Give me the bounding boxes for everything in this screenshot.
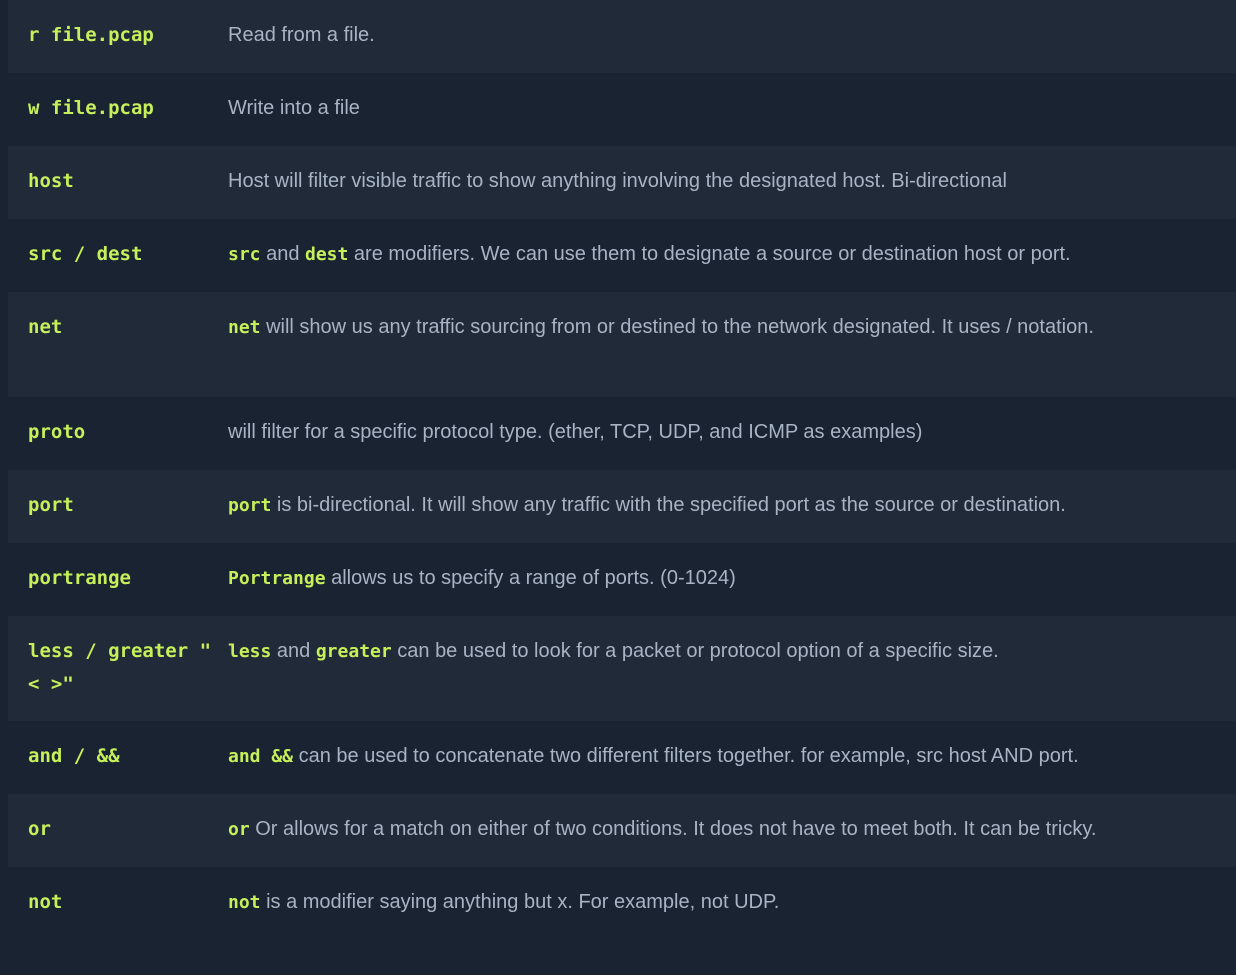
filter-description: and && can be used to concatenate two di… (228, 740, 1236, 773)
description-text: will filter for a specific protocol type… (228, 421, 923, 443)
description-text: Read from a file. (228, 24, 375, 46)
filter-table: r file.pcap Read from a file. w file.pca… (8, 0, 1236, 940)
inline-code: dest (305, 244, 349, 265)
filter-description: Read from a file. (228, 19, 1236, 52)
filter-description: port is bi-directional. It will show any… (228, 489, 1236, 522)
table-row: less / greater " < >" less and greater c… (8, 616, 1236, 721)
filter-description: not is a modifier saying anything but x.… (228, 886, 1236, 919)
table-row: port port is bi-directional. It will sho… (8, 470, 1236, 543)
description-text: will show us any traffic sourcing from o… (260, 316, 1094, 338)
filter-description: or Or allows for a match on either of tw… (228, 813, 1236, 846)
filter-command: not (28, 891, 63, 913)
inline-code: or (228, 819, 250, 840)
description-text: allows us to specify a range of ports. (… (325, 567, 736, 589)
table-row: host Host will filter visible traffic to… (8, 146, 1236, 219)
table-row: not not is a modifier saying anything bu… (8, 867, 1236, 940)
description-text: are modifiers. We can use them to design… (348, 243, 1071, 265)
filter-description: net will show us any traffic sourcing fr… (228, 311, 1236, 344)
inline-code: Portrange (228, 568, 326, 589)
table-row: net net will show us any traffic sourcin… (8, 292, 1236, 397)
description-text: is bi-directional. It will show any traf… (271, 494, 1066, 516)
table-row: r file.pcap Read from a file. (8, 0, 1236, 73)
filter-description: less and greater can be used to look for… (228, 635, 1236, 668)
filter-command: or (28, 818, 51, 840)
filter-command: and / && (28, 745, 120, 767)
filter-description: will filter for a specific protocol type… (228, 416, 1236, 449)
description-text: can be used to concatenate two different… (293, 745, 1079, 767)
description-text: and (271, 640, 316, 662)
description-text: Or allows for a match on either of two c… (249, 818, 1097, 840)
filter-description: Host will filter visible traffic to show… (228, 165, 1236, 198)
filter-command: net (28, 316, 63, 338)
inline-code: greater (315, 641, 392, 662)
description-text: Write into a file (228, 97, 360, 119)
filter-command: less / greater " < >" (28, 640, 223, 695)
inline-code: not (228, 892, 261, 913)
table-row: w file.pcap Write into a file (8, 73, 1236, 146)
filter-command: host (28, 170, 74, 192)
table-row: portrange Portrange allows us to specify… (8, 543, 1236, 616)
table-row: or or Or allows for a match on either of… (8, 794, 1236, 867)
filter-description: src and dest are modifiers. We can use t… (228, 238, 1236, 271)
table-row: and / && and && can be used to concatena… (8, 721, 1236, 794)
description-text: is a modifier saying anything but x. For… (260, 891, 780, 913)
filter-description: Write into a file (228, 92, 1236, 125)
description-text: and (260, 243, 305, 265)
description-text: Host will filter visible traffic to show… (228, 170, 1007, 192)
filter-command: src / dest (28, 243, 143, 265)
filter-command: w file.pcap (28, 97, 154, 119)
inline-code: and && (228, 746, 294, 767)
table-row: src / dest src and dest are modifiers. W… (8, 219, 1236, 292)
filter-command: proto (28, 421, 86, 443)
inline-code: src (228, 244, 261, 265)
filter-command: port (28, 494, 74, 516)
filter-command: r file.pcap (28, 24, 154, 46)
inline-code: port (228, 495, 272, 516)
table-row: proto will filter for a specific protoco… (8, 397, 1236, 470)
filter-description: Portrange allows us to specify a range o… (228, 562, 1236, 595)
filter-command: portrange (28, 567, 131, 589)
inline-code: less (228, 641, 272, 662)
inline-code: net (228, 317, 261, 338)
description-text: can be used to look for a packet or prot… (391, 640, 999, 662)
